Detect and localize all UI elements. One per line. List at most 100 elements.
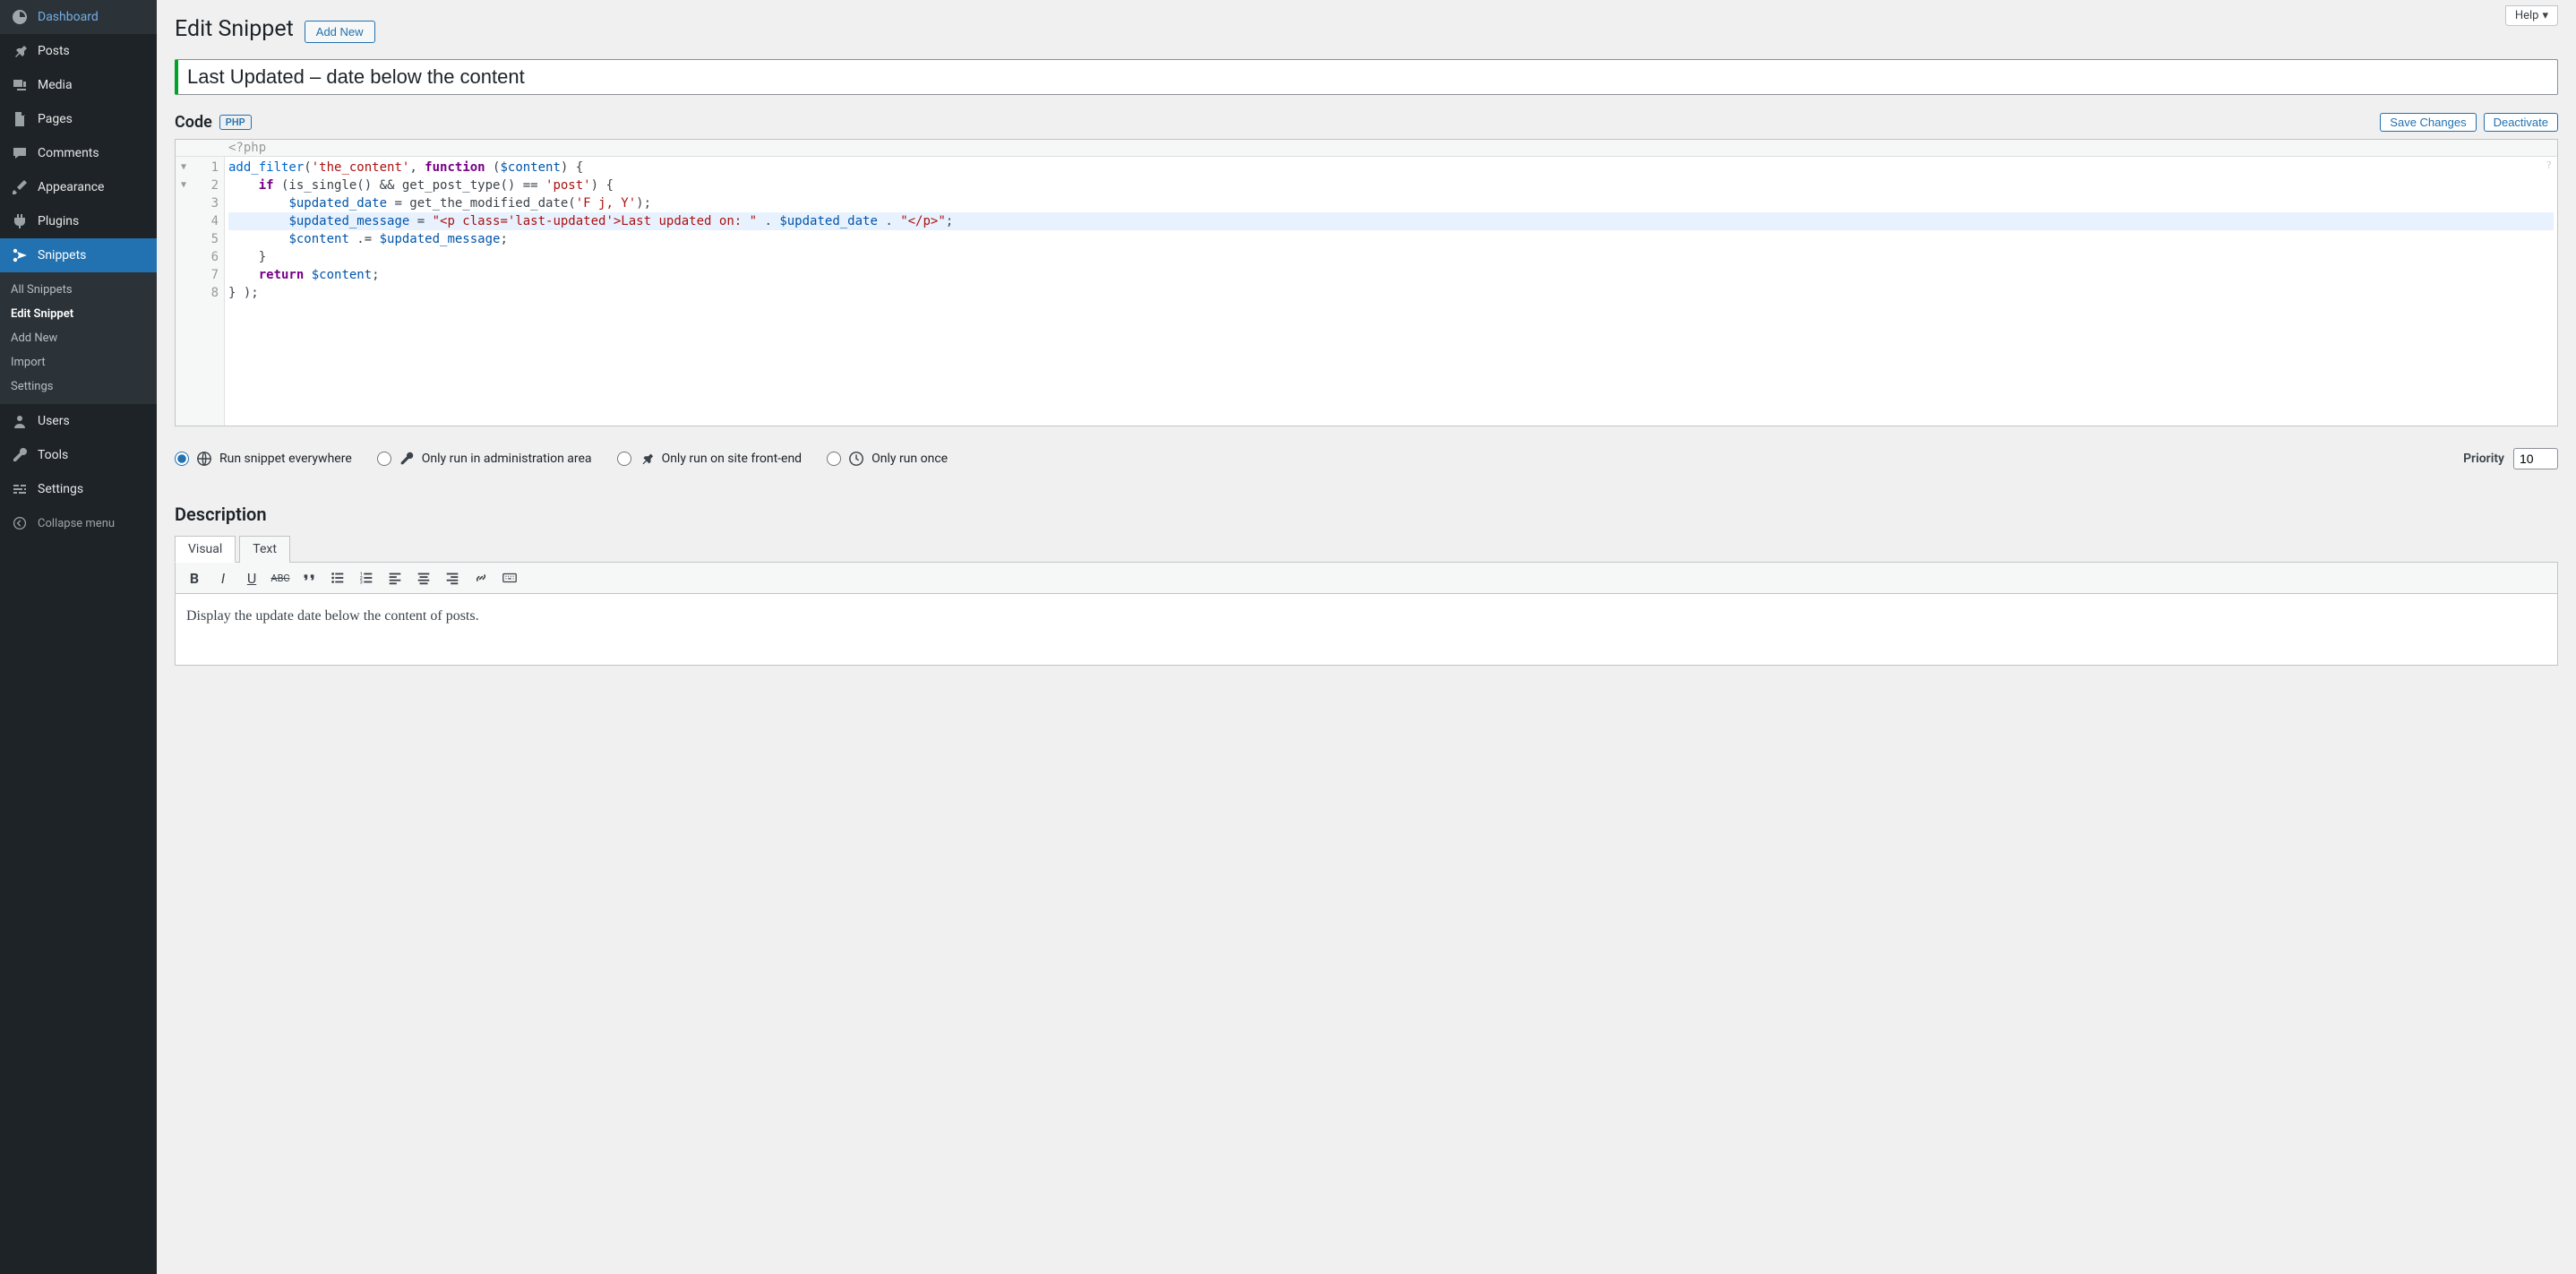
comment-icon [11,144,29,162]
run-option-label: Only run in administration area [422,452,592,466]
priority-input[interactable] [2513,448,2558,469]
run-once-option[interactable]: Only run once [827,451,948,467]
pin-icon [639,451,655,467]
dashboard-icon [11,8,29,26]
align-left-button[interactable] [382,566,408,590]
run-option-label: Only run on site front-end [662,452,803,466]
blockquote-button[interactable] [296,566,322,590]
run-admin-option[interactable]: Only run in administration area [377,451,592,467]
sidebar-item-plugins[interactable]: Plugins [0,204,157,238]
submenu-edit-snippet[interactable]: Edit Snippet [0,302,157,326]
run-everywhere-radio[interactable] [175,452,189,466]
code-heading: Code PHP [175,113,252,132]
tab-visual[interactable]: Visual [175,536,236,563]
line-gutter: ▼1 ▼2 3 4 5 6 7 8 [176,157,225,426]
page-header: Edit Snippet Add New [175,0,2558,43]
add-new-button[interactable]: Add New [305,21,375,43]
italic-button[interactable]: I [210,566,236,590]
priority-field: Priority [2463,448,2558,469]
wrench-icon [399,451,415,467]
run-options-row: Run snippet everywhere Only run in admin… [175,439,2558,478]
sidebar-label: Pages [38,112,73,126]
strikethrough-button[interactable]: ABC [267,566,294,590]
media-icon [11,76,29,94]
run-frontend-option[interactable]: Only run on site front-end [617,451,803,467]
snippet-title-input[interactable] [175,59,2558,95]
scissors-icon [11,246,29,264]
sidebar-label: Comments [38,146,99,160]
help-tab[interactable]: Help ▾ [2505,5,2558,26]
page-icon [11,110,29,128]
brush-icon [11,178,29,196]
description-editor[interactable]: Display the update date below the conten… [175,594,2558,666]
sidebar-label: Tools [38,448,68,462]
code-content[interactable]: add_filter('the_content', function ($con… [225,157,2557,426]
sidebar-label: Dashboard [38,10,99,24]
run-option-label: Run snippet everywhere [219,452,352,466]
svg-text:3: 3 [360,580,363,585]
collapse-menu-button[interactable]: Collapse menu [0,506,157,540]
main-content: Help ▾ Edit Snippet Add New Code PHP Sav… [157,0,2576,1274]
sidebar-label: Settings [38,482,83,496]
code-section-header: Code PHP Save Changes Deactivate [175,113,2558,132]
collapse-label: Collapse menu [38,517,115,530]
clock-icon [848,451,864,467]
sidebar-item-posts[interactable]: Posts [0,34,157,68]
sidebar-item-tools[interactable]: Tools [0,438,157,472]
bold-button[interactable]: B [181,566,208,590]
globe-icon [196,451,212,467]
sidebar-item-settings[interactable]: Settings [0,472,157,506]
bullet-list-button[interactable] [324,566,351,590]
sidebar-item-snippets[interactable]: Snippets [0,238,157,272]
pin-icon [11,42,29,60]
code-actions: Save Changes Deactivate [2380,113,2558,132]
editor-tabs: Visual Text [175,536,2558,563]
sidebar-label: Media [38,78,73,92]
sidebar-label: Plugins [38,214,79,228]
wrench-icon [11,446,29,464]
sidebar-item-users[interactable]: Users [0,404,157,438]
php-badge: PHP [219,115,252,130]
deactivate-button[interactable]: Deactivate [2484,113,2558,132]
sidebar-item-media[interactable]: Media [0,68,157,102]
sidebar-label: Users [38,414,70,428]
page-title: Edit Snippet [175,16,294,42]
admin-sidebar: Dashboard Posts Media Pages Comments App… [0,0,157,1274]
align-center-button[interactable] [410,566,437,590]
underline-button[interactable]: U [238,566,265,590]
run-frontend-radio[interactable] [617,452,631,466]
run-option-label: Only run once [872,452,948,466]
help-label: Help [2515,9,2539,22]
run-once-radio[interactable] [827,452,841,466]
link-button[interactable] [468,566,494,590]
plugin-icon [11,212,29,230]
sidebar-item-dashboard[interactable]: Dashboard [0,0,157,34]
save-changes-button[interactable]: Save Changes [2380,113,2476,132]
submenu-all-snippets[interactable]: All Snippets [0,278,157,302]
align-right-button[interactable] [439,566,466,590]
description-heading: Description [175,504,2558,525]
user-icon [11,412,29,430]
collapse-icon [11,514,29,532]
tab-text[interactable]: Text [239,536,290,563]
sidebar-item-appearance[interactable]: Appearance [0,170,157,204]
sliders-icon [11,480,29,498]
submenu-import[interactable]: Import [0,350,157,374]
keyboard-button[interactable] [496,566,523,590]
run-admin-radio[interactable] [377,452,391,466]
priority-label: Priority [2463,452,2504,466]
snippets-submenu: All Snippets Edit Snippet Add New Import… [0,272,157,404]
editor-help-icon[interactable]: ? [2546,159,2552,171]
editor-toolbar: B I U ABC 123 [175,562,2558,594]
sidebar-label: Appearance [38,180,104,194]
sidebar-label: Snippets [38,248,86,263]
sidebar-label: Posts [38,44,70,58]
submenu-add-new[interactable]: Add New [0,326,157,350]
sidebar-item-pages[interactable]: Pages [0,102,157,136]
numbered-list-button[interactable]: 123 [353,566,380,590]
run-everywhere-option[interactable]: Run snippet everywhere [175,451,352,467]
php-open-tag: <?php [225,140,270,156]
submenu-settings[interactable]: Settings [0,374,157,399]
sidebar-item-comments[interactable]: Comments [0,136,157,170]
code-editor[interactable]: ? <?php ▼1 ▼2 3 4 5 6 7 8 add_filter('th… [175,139,2558,426]
